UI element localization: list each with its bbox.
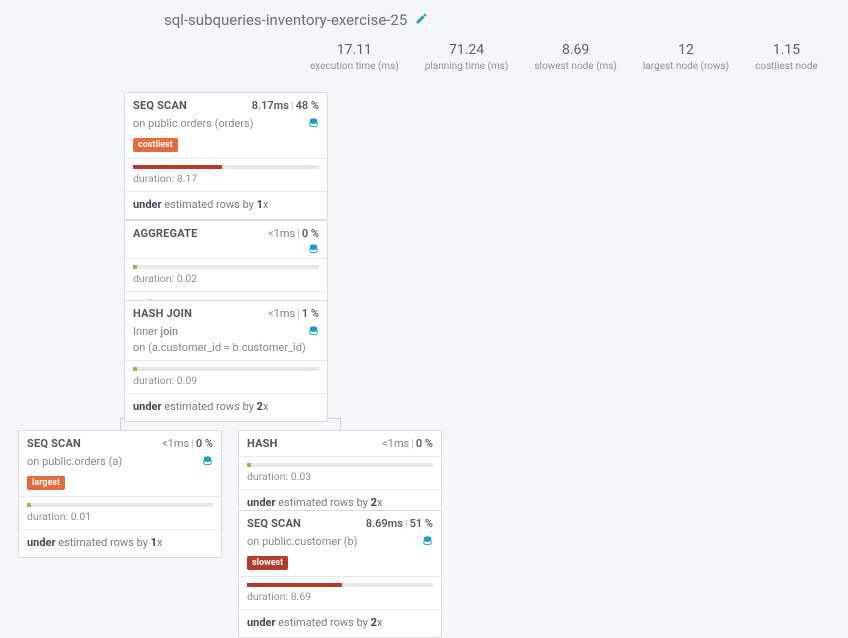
node-type: AGGREGATE [133, 226, 198, 242]
node-timing: 8.17ms|48 % [252, 98, 319, 114]
plan-node-hash[interactable]: HASH <1ms|0 % duration: 0.03 under estim… [238, 430, 442, 518]
row-estimate: under estimated rows by 2x [239, 610, 441, 637]
row-estimate: under estimated rows by 2x [125, 394, 327, 421]
row-estimate: under estimated rows by 1x [125, 192, 327, 219]
badge-slowest: slowest [247, 556, 288, 570]
node-join-info: Inner join on (a.customer_id = b.custome… [125, 324, 327, 360]
node-relation: on public.orders (orders) [125, 116, 327, 136]
row-estimate: under estimated rows by 1x [19, 530, 221, 557]
node-timing: <1ms|1 % [268, 306, 319, 322]
node-relation: on public.customer (b) [239, 534, 441, 554]
database-icon [202, 455, 213, 472]
node-timing: <1ms|0 % [382, 436, 433, 452]
duration-bar [239, 457, 441, 469]
node-timing: <1ms|0 % [268, 226, 319, 242]
duration-bar [239, 577, 441, 589]
node-type: HASH JOIN [133, 306, 192, 322]
badge-costliest: costliest [133, 138, 178, 152]
node-timing: 8.69ms|51 % [366, 516, 433, 532]
duration-bar [125, 159, 327, 171]
duration-bar [125, 361, 327, 373]
plan-title: sql-subqueries-inventory-exercise-25 [164, 10, 407, 32]
connector [120, 418, 121, 430]
duration-bar [19, 497, 221, 509]
plan-node-seq-scan-customer[interactable]: SEQ SCAN 8.69ms|51 % on public.customer … [238, 510, 442, 638]
metric-costliest-node: 1.15 costliest node [755, 40, 818, 75]
plan-title-row: sql-subqueries-inventory-exercise-25 [164, 10, 428, 32]
plan-node-seq-scan-a[interactable]: SEQ SCAN <1ms|0 % on public.orders (a) l… [18, 430, 222, 558]
node-relation: on public.orders (a) [19, 454, 221, 474]
database-icon [422, 535, 433, 552]
metric-slowest-node: 8.69 slowest node (ms) [534, 40, 617, 75]
duration-label: duration: 0.02 [125, 271, 327, 291]
summary-metrics: 17.11 execution time (ms) 71.24 planning… [310, 40, 848, 75]
database-icon [308, 325, 319, 342]
node-type: SEQ SCAN [27, 436, 81, 452]
badge-largest: largest [27, 476, 65, 490]
node-type: HASH [247, 436, 278, 452]
node-timing: <1ms|0 % [162, 436, 213, 452]
database-icon [308, 117, 319, 134]
edit-title-icon[interactable] [415, 10, 428, 32]
duration-label: duration: 0.09 [125, 373, 327, 393]
metric-largest-node: 12 largest node (rows) [643, 40, 729, 75]
metric-execution-time: 17.11 execution time (ms) [310, 40, 399, 75]
duration-label: duration: 0.01 [19, 509, 221, 529]
node-type: SEQ SCAN [247, 516, 301, 532]
plan-node-hash-join[interactable]: HASH JOIN <1ms|1 % Inner join on (a.cust… [124, 300, 328, 422]
plan-node-seq-scan-orders[interactable]: SEQ SCAN 8.17ms|48 % on public.orders (o… [124, 92, 328, 220]
duration-label: duration: 8.69 [239, 589, 441, 609]
duration-label: duration: 8.17 [125, 171, 327, 191]
connector [340, 418, 341, 430]
database-icon [308, 243, 319, 260]
node-type: SEQ SCAN [133, 98, 187, 114]
metric-planning-time: 71.24 planning time (ms) [425, 40, 509, 75]
duration-label: duration: 0.03 [239, 469, 441, 489]
duration-bar [125, 259, 327, 271]
